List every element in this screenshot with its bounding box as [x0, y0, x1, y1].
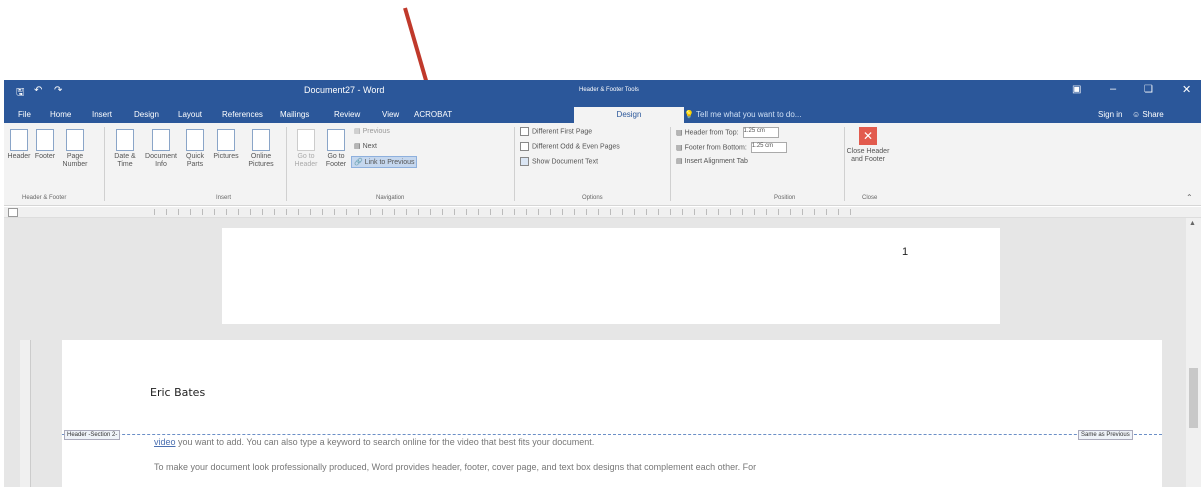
redo-icon[interactable]: ↷	[54, 85, 62, 96]
tab-layout[interactable]: Layout	[178, 110, 202, 119]
close-header-footer-button[interactable]: ✕ Close Header and Footer	[846, 127, 890, 164]
tab-home[interactable]: Home	[50, 110, 71, 119]
tab-mailings[interactable]: Mailings	[280, 110, 309, 119]
show-document-text-checkbox[interactable]: Show Document Text	[520, 157, 598, 166]
save-icon[interactable]: 🖫	[16, 85, 25, 102]
page-2[interactable]: Eric Bates Header -Section 2- Same as Pr…	[62, 340, 1162, 487]
page-1-bottom: 1	[222, 228, 1000, 324]
vertical-ruler[interactable]	[20, 340, 31, 487]
tab-acrobat[interactable]: ACROBAT	[414, 110, 452, 119]
footer-position-icon: ▤	[676, 144, 683, 152]
restore-icon[interactable]: ❏	[1144, 84, 1153, 95]
header-from-top-field[interactable]: ▤ Header from Top: 1.25 cm	[676, 127, 779, 138]
horizontal-ruler[interactable]	[4, 207, 1201, 218]
calendar-icon	[116, 129, 134, 151]
header-position-icon: ▤	[676, 129, 683, 137]
body-paragraph-2[interactable]: To make your document look professionall…	[154, 462, 756, 472]
context-tab-group-label: Header & Footer Tools	[579, 87, 639, 93]
document-info-button[interactable]: Document Info	[144, 129, 178, 169]
next-icon: ▤	[354, 143, 361, 150]
group-label-options: Options	[582, 195, 603, 201]
checkbox-checked-icon	[520, 157, 529, 166]
page-number-icon	[66, 129, 84, 151]
date-time-button[interactable]: Date & Time	[110, 129, 140, 169]
collapse-ribbon-icon[interactable]: ⌃	[1186, 193, 1193, 202]
body-paragraph-1[interactable]: video you want to add. You can also type…	[154, 437, 594, 447]
header-text[interactable]: Eric Bates	[150, 386, 205, 399]
tab-file[interactable]: File	[18, 110, 31, 119]
previous-icon: ▤	[354, 128, 361, 135]
online-pictures-icon	[252, 129, 270, 151]
group-divider	[286, 127, 287, 201]
group-divider	[104, 127, 105, 201]
close-icon[interactable]: ✕	[1182, 83, 1191, 96]
lightbulb-icon: 💡	[684, 110, 694, 119]
go-to-footer-button[interactable]: Go to Footer	[322, 129, 350, 169]
insert-alignment-tab-button[interactable]: ▤ Insert Alignment Tab	[676, 157, 748, 165]
alignment-tab-icon: ▤	[676, 158, 683, 165]
group-label-navigation: Navigation	[376, 195, 405, 201]
tab-references[interactable]: References	[222, 110, 263, 119]
scrollbar-thumb[interactable]	[1189, 368, 1198, 428]
header-boundary-line	[62, 434, 1162, 436]
group-label-insert: Insert	[216, 195, 232, 201]
footer-button[interactable]: Footer	[32, 129, 58, 161]
scroll-up-icon[interactable]: ▲	[1189, 220, 1196, 227]
go-to-header-icon	[297, 129, 315, 151]
quick-parts-button[interactable]: Quick Parts	[182, 129, 208, 169]
online-pictures-button[interactable]: Online Pictures	[244, 129, 278, 169]
tab-selector-icon[interactable]	[8, 208, 18, 217]
quick-parts-icon	[186, 129, 204, 151]
minimize-icon[interactable]: –	[1110, 83, 1116, 95]
video-link[interactable]: video	[154, 437, 176, 447]
tab-insert[interactable]: Insert	[92, 110, 112, 119]
sign-in-link[interactable]: Sign in	[1098, 110, 1122, 119]
undo-icon[interactable]: ↶	[34, 85, 42, 96]
ruler-ticks	[154, 209, 854, 215]
page-number-button[interactable]: Page Number	[60, 129, 90, 169]
link-to-previous-button[interactable]: 🔗 Link to Previous	[351, 156, 418, 168]
document-title: Document27 - Word	[304, 85, 385, 95]
ribbon-tabs: File Home Insert Design Layout Reference…	[4, 107, 1201, 123]
page-number: 1	[902, 246, 909, 258]
footer-icon	[36, 129, 54, 151]
header-icon	[10, 129, 28, 151]
different-first-page-checkbox[interactable]: Different First Page	[520, 127, 592, 136]
tab-review[interactable]: Review	[334, 110, 360, 119]
footer-from-bottom-spinner[interactable]: 1.25 cm	[750, 142, 787, 153]
header-from-top-spinner[interactable]: 1.25 cm	[742, 127, 779, 138]
share-button[interactable]: ☺ Share	[1132, 110, 1164, 119]
group-divider	[844, 127, 845, 201]
header-button[interactable]: Header	[6, 129, 32, 161]
ribbon-display-icon[interactable]: ▣	[1072, 84, 1081, 95]
same-as-previous-tag: Same as Previous	[1078, 430, 1133, 440]
footer-from-bottom-field[interactable]: ▤ Footer from Bottom: 1.25 cm	[676, 142, 787, 153]
person-icon: ☺	[1132, 110, 1141, 119]
pictures-button[interactable]: Pictures	[212, 129, 240, 161]
tab-design[interactable]: Design	[134, 110, 159, 119]
link-icon: 🔗	[354, 159, 363, 166]
group-label-close: Close	[862, 195, 878, 201]
ribbon: Header Footer Page Number Header & Foote…	[4, 123, 1201, 206]
next-button[interactable]: ▤ Next	[354, 142, 377, 150]
vertical-scrollbar[interactable]: ▲	[1186, 218, 1201, 487]
header-section-tag: Header -Section 2-	[64, 430, 121, 440]
tab-header-footer-design[interactable]: Design	[574, 107, 684, 123]
tell-me-box[interactable]: 💡 Tell me what you want to do...	[684, 110, 801, 119]
group-divider	[670, 127, 671, 201]
go-to-header-button[interactable]: Go to Header	[292, 129, 320, 169]
go-to-footer-icon	[327, 129, 345, 151]
pictures-icon	[217, 129, 235, 151]
close-red-icon: ✕	[859, 127, 877, 145]
checkbox-icon	[520, 127, 529, 136]
checkbox-icon	[520, 142, 529, 151]
document-info-icon	[152, 129, 170, 151]
group-divider	[514, 127, 515, 201]
group-label-position: Position	[774, 195, 796, 201]
different-odd-even-checkbox[interactable]: Different Odd & Even Pages	[520, 142, 620, 151]
title-bar: 🖫 ↶ ↷ Document27 - Word Header & Footer …	[4, 80, 1201, 107]
previous-button[interactable]: ▤ Previous	[354, 127, 390, 135]
tab-view[interactable]: View	[382, 110, 399, 119]
group-label-header-footer: Header & Footer	[22, 195, 67, 201]
